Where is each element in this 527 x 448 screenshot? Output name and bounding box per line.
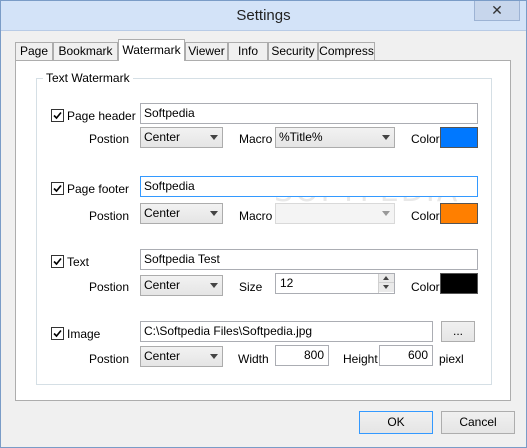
text-checkbox[interactable] — [51, 255, 64, 268]
text-size-value: 12 — [280, 276, 294, 290]
page-header-position-label: Postion — [89, 132, 130, 146]
spin-down-icon[interactable] — [379, 283, 394, 292]
close-button[interactable]: ✕ — [474, 1, 520, 21]
group-label: Text Watermark — [43, 71, 133, 85]
chevron-down-icon — [210, 354, 218, 359]
tab-compress[interactable]: Compress — [318, 42, 375, 61]
watermark-tab-page: SOFTPEDIA Text Watermark Page header Sof… — [15, 60, 511, 401]
tab-viewer[interactable]: Viewer — [185, 42, 228, 61]
chevron-down-icon — [210, 283, 218, 288]
checkmark-icon — [53, 257, 62, 266]
page-header-macro-select[interactable]: %Title% — [275, 127, 395, 148]
page-header-color-label: Color — [411, 132, 440, 146]
page-footer-position-select[interactable]: Center — [140, 203, 223, 224]
window-title: Settings — [236, 7, 291, 24]
text-position-value: Center — [144, 278, 181, 292]
chevron-down-icon — [210, 135, 218, 140]
page-header-position-value: Center — [144, 130, 181, 144]
image-label: Image — [67, 327, 101, 341]
page-footer-checkbox[interactable] — [51, 182, 64, 195]
text-label: Text — [67, 255, 90, 269]
page-header-position-select[interactable]: Center — [140, 127, 223, 148]
chevron-down-icon — [210, 211, 218, 216]
tab-page[interactable]: Page — [15, 42, 53, 61]
ok-button[interactable]: OK — [359, 411, 433, 434]
text-size-spinner[interactable]: 12 — [275, 273, 395, 294]
page-footer-position-label: Postion — [89, 209, 130, 223]
page-header-color-swatch[interactable] — [440, 127, 478, 148]
text-color-label: Color — [411, 280, 440, 294]
chevron-down-icon — [382, 211, 390, 216]
image-unit-label: piexl — [439, 352, 464, 366]
title-bar[interactable]: Settings ✕ — [1, 1, 526, 31]
page-footer-macro-label: Macro — [239, 209, 273, 223]
tab-bookmark[interactable]: Bookmark — [53, 42, 118, 61]
page-header-macro-label: Macro — [239, 132, 273, 146]
tab-info[interactable]: Info — [228, 42, 268, 61]
settings-window: Settings ✕ Page Bookmark Watermark Viewe… — [0, 0, 527, 448]
image-path-input[interactable]: C:\Softpedia Files\Softpedia.jpg — [140, 321, 433, 342]
image-width-input[interactable]: 800 — [275, 345, 329, 366]
image-height-input[interactable]: 600 — [379, 345, 433, 366]
image-height-label: Height — [343, 352, 378, 366]
tab-security[interactable]: Security — [268, 42, 318, 61]
page-footer-text-input[interactable]: Softpedia — [140, 176, 478, 197]
page-footer-position-value: Center — [144, 206, 181, 220]
image-position-label: Postion — [89, 352, 130, 366]
image-checkbox[interactable] — [51, 327, 64, 340]
checkmark-icon — [53, 329, 62, 338]
browse-button[interactable]: ... — [441, 321, 475, 342]
page-header-macro-value: %Title% — [279, 130, 323, 144]
image-width-label: Width — [238, 352, 269, 366]
page-footer-color-swatch[interactable] — [440, 203, 478, 224]
cancel-button[interactable]: Cancel — [441, 411, 515, 434]
page-footer-color-label: Color — [411, 209, 440, 223]
checkmark-icon — [53, 111, 62, 120]
spin-up-icon[interactable] — [379, 274, 394, 283]
image-position-select[interactable]: Center — [140, 346, 223, 367]
page-header-text-input[interactable]: Softpedia — [140, 103, 478, 124]
page-footer-macro-select[interactable] — [275, 203, 395, 224]
spinner-buttons — [378, 274, 394, 293]
text-watermark-group: Text Watermark Page header Softpedia Pos… — [36, 71, 492, 385]
image-position-value: Center — [144, 349, 181, 363]
text-size-label: Size — [239, 280, 263, 294]
text-input[interactable]: Softpedia Test — [140, 249, 478, 270]
page-footer-label: Page footer — [67, 182, 130, 196]
checkmark-icon — [53, 184, 62, 193]
chevron-down-icon — [382, 135, 390, 140]
tab-watermark[interactable]: Watermark — [118, 39, 185, 61]
text-position-select[interactable]: Center — [140, 275, 223, 296]
page-header-checkbox[interactable] — [51, 109, 64, 122]
text-position-label: Postion — [89, 280, 130, 294]
page-header-label: Page header — [67, 109, 136, 123]
text-color-swatch[interactable] — [440, 273, 478, 294]
